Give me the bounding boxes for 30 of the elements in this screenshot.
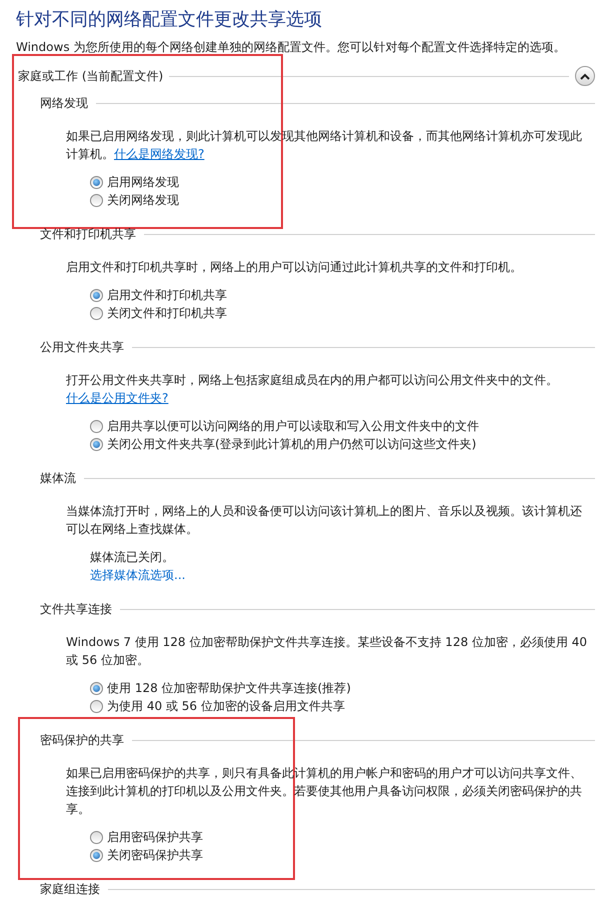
section-description: 启用文件和打印机共享时，网络上的用户可以访问通过此计算机共享的文件和打印机。 <box>66 259 523 276</box>
section-description: 打开公用文件夹共享时，网络上包括家庭组成员在内的用户都可以访问公用文件夹中的文件。 什么是公用文件夹? <box>66 372 559 407</box>
help-link[interactable]: 什么是公用文件夹? <box>66 391 168 405</box>
chevron-up-icon <box>580 72 590 80</box>
page-description: Windows 为您所使用的每个网络创建单独的网络配置文件。您可以针对每个配置文件选择特定的选项。 <box>16 39 566 56</box>
section-header: 媒体流 <box>40 470 76 487</box>
section-header: 文件共享连接 <box>40 601 112 618</box>
section-header: 公用文件夹共享 <box>40 339 124 356</box>
radio-option[interactable]: 启用共享以便可以访问网络的用户可以读取和写入公用文件夹中的文件 <box>90 417 479 435</box>
radio-option[interactable]: 启用文件和打印机共享 <box>90 286 227 304</box>
section-header: 网络发现 <box>40 95 88 112</box>
status-text: 媒体流已关闭。 <box>90 549 174 566</box>
profile-header: 家庭或工作 (当前配置文件) <box>17 68 164 85</box>
radio-option[interactable]: 关闭文件和打印机共享 <box>90 304 227 322</box>
section-header: 文件和打印机共享 <box>40 226 136 243</box>
section-header: 家庭组连接 <box>40 881 100 898</box>
options-link[interactable]: 选择媒体流选项... <box>90 566 186 584</box>
radio-option[interactable]: 启用网络发现 <box>90 173 179 191</box>
radio-option[interactable]: 关闭网络发现 <box>90 191 179 209</box>
section-header: 密码保护的共享 <box>40 732 124 749</box>
page-title: 针对不同的网络配置文件更改共享选项 <box>16 8 323 32</box>
radio-option[interactable]: 关闭公用文件夹共享(登录到此计算机的用户仍然可以访问这些文件夹) <box>90 435 476 453</box>
section-description: 当媒体流打开时，网络上的人员和设备便可以访问该计算机上的图片、音乐以及视频。该计算机还可以在网络上查找媒体。 <box>66 503 583 538</box>
section-description: Windows 7 使用 128 位加密帮助保护文件共享连接。某些设备不支持 128 位加密，必须使用 40 或 56 位加密。 <box>66 634 588 669</box>
collapse-button[interactable] <box>575 66 595 86</box>
help-link[interactable]: 什么是网络发现? <box>114 147 204 161</box>
radio-option[interactable]: 为使用 40 或 56 位加密的设备启用文件共享 <box>90 697 345 715</box>
radio-option[interactable]: 使用 128 位加密帮助保护文件共享连接(推荐) <box>90 679 351 697</box>
radio-option[interactable]: 关闭密码保护共享 <box>90 846 203 864</box>
radio-option[interactable]: 启用密码保护共享 <box>90 828 203 846</box>
